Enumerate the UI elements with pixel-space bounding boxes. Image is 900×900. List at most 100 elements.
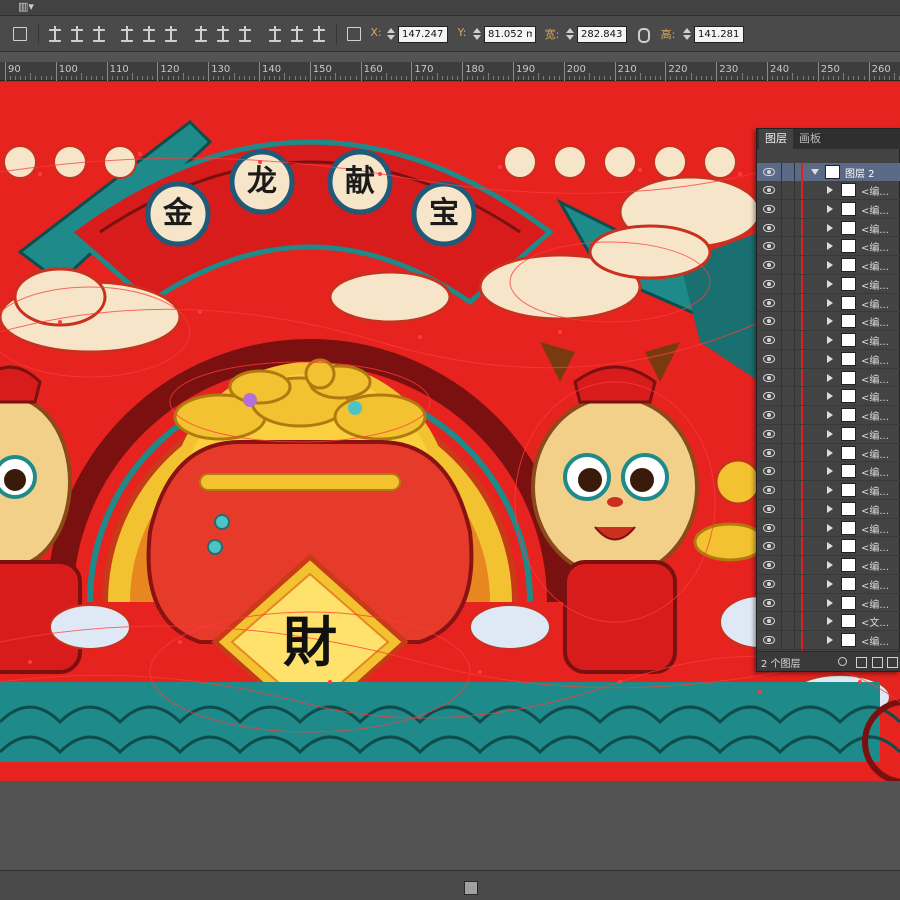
- expand-right-icon[interactable]: [827, 504, 833, 513]
- visibility-eye-icon[interactable]: [763, 579, 775, 588]
- expand-down-icon[interactable]: [811, 169, 819, 175]
- visibility-eye-icon[interactable]: [763, 429, 775, 438]
- expand-right-icon[interactable]: [827, 336, 833, 344]
- expand-right-icon[interactable]: [827, 598, 833, 607]
- lock-toggle[interactable]: [781, 499, 795, 518]
- lock-toggle[interactable]: [781, 406, 795, 424]
- layer-row[interactable]: <编...: [757, 237, 900, 256]
- visibility-eye-icon[interactable]: [763, 561, 775, 569]
- parent-layer-row[interactable]: 图层 2: [757, 163, 900, 181]
- lock-toggle[interactable]: [781, 256, 795, 274]
- layer-row[interactable]: <编...: [757, 181, 900, 200]
- expand-right-icon[interactable]: [827, 186, 833, 194]
- transform-reference-icon[interactable]: [10, 24, 28, 42]
- layer-row[interactable]: <编...: [757, 424, 900, 444]
- lock-toggle[interactable]: [781, 274, 795, 293]
- layer-row[interactable]: <编...: [757, 368, 900, 388]
- lock-toggle[interactable]: [781, 518, 795, 537]
- expand-right-icon[interactable]: [827, 298, 833, 307]
- layer-row[interactable]: <编...: [757, 199, 900, 219]
- lock-toggle[interactable]: [781, 462, 795, 480]
- expand-right-icon[interactable]: [827, 579, 833, 588]
- y-input[interactable]: [484, 26, 536, 43]
- lock-toggle[interactable]: [781, 612, 795, 630]
- expand-right-icon[interactable]: [827, 636, 833, 644]
- layer-row[interactable]: <编...: [757, 574, 900, 594]
- expand-right-icon[interactable]: [827, 242, 833, 251]
- expand-right-icon[interactable]: [827, 354, 833, 363]
- tab-artboards[interactable]: 画板: [793, 129, 827, 149]
- lock-toggle[interactable]: [781, 424, 795, 443]
- lock-toggle[interactable]: [781, 574, 795, 593]
- constrain-proportions-icon[interactable]: [634, 25, 652, 43]
- visibility-eye-icon[interactable]: [763, 411, 775, 419]
- layer-row[interactable]: <编...: [757, 593, 900, 613]
- lock-toggle[interactable]: [781, 349, 795, 368]
- layer-row[interactable]: <编...: [757, 631, 900, 650]
- expand-right-icon[interactable]: [827, 392, 833, 401]
- visibility-eye-icon[interactable]: [763, 448, 775, 457]
- lock-toggle[interactable]: [781, 593, 795, 612]
- visibility-eye-icon[interactable]: [763, 279, 775, 288]
- expand-right-icon[interactable]: [827, 373, 833, 382]
- expand-right-icon[interactable]: [827, 429, 833, 438]
- visibility-eye-icon[interactable]: [763, 223, 775, 232]
- lock-toggle[interactable]: [781, 218, 795, 237]
- lock-toggle[interactable]: [781, 387, 795, 405]
- layer-row[interactable]: <编...: [757, 218, 900, 238]
- visibility-eye-icon[interactable]: [763, 598, 775, 607]
- expand-right-icon[interactable]: [827, 448, 833, 457]
- expand-right-icon[interactable]: [827, 486, 833, 494]
- layer-row[interactable]: <编...: [757, 406, 900, 425]
- visibility-eye-icon[interactable]: [763, 354, 775, 363]
- y-stepper-icon[interactable]: [472, 26, 482, 42]
- distribute-bottom-icon[interactable]: [236, 24, 254, 42]
- layer-row[interactable]: <编...: [757, 518, 900, 538]
- align-horizontal-center-icon[interactable]: [68, 24, 86, 42]
- tab-layers[interactable]: 图层: [759, 129, 793, 149]
- visibility-eye-icon[interactable]: [763, 523, 775, 532]
- layer-row[interactable]: <编...: [757, 387, 900, 406]
- visibility-eye-icon[interactable]: [763, 204, 775, 213]
- width-stepper-icon[interactable]: [565, 26, 575, 42]
- lock-toggle[interactable]: [781, 481, 795, 499]
- layer-row[interactable]: <编...: [757, 293, 900, 313]
- x-stepper-icon[interactable]: [386, 26, 396, 42]
- expand-right-icon[interactable]: [827, 542, 833, 551]
- lock-toggle[interactable]: [781, 631, 795, 649]
- visibility-eye-icon[interactable]: [763, 486, 775, 494]
- reference-point-icon[interactable]: [344, 24, 362, 42]
- visibility-eye-icon[interactable]: [763, 467, 775, 476]
- visibility-eye-icon[interactable]: [763, 617, 775, 626]
- align-right-icon[interactable]: [90, 24, 108, 42]
- visibility-eye-icon[interactable]: [763, 373, 775, 382]
- lock-toggle[interactable]: [781, 443, 795, 462]
- layer-row[interactable]: <编...: [757, 312, 900, 331]
- layer-row[interactable]: <编...: [757, 256, 900, 275]
- make-clipping-mask-icon[interactable]: [855, 656, 867, 668]
- lock-toggle[interactable]: [781, 293, 795, 312]
- visibility-eye-icon[interactable]: [763, 168, 775, 176]
- lock-toggle[interactable]: [781, 537, 795, 555]
- height-input[interactable]: [694, 26, 744, 43]
- layer-row[interactable]: <编...: [757, 349, 900, 369]
- align-bottom-icon[interactable]: [162, 24, 180, 42]
- layer-row[interactable]: <编...: [757, 274, 900, 294]
- expand-right-icon[interactable]: [827, 223, 833, 232]
- lock-toggle[interactable]: [781, 181, 795, 199]
- layer-row[interactable]: <编...: [757, 556, 900, 575]
- visibility-eye-icon[interactable]: [763, 242, 775, 251]
- locate-object-icon[interactable]: [837, 656, 849, 668]
- expand-right-icon[interactable]: [827, 204, 833, 213]
- expand-right-icon[interactable]: [827, 279, 833, 288]
- workspace-switcher-icon[interactable]: ▥▾: [18, 0, 44, 14]
- expand-right-icon[interactable]: [827, 523, 833, 532]
- lock-toggle[interactable]: [781, 312, 795, 330]
- lock-toggle[interactable]: [781, 199, 795, 218]
- visibility-eye-icon[interactable]: [763, 186, 775, 194]
- new-sublayer-icon[interactable]: [871, 656, 883, 668]
- layer-row[interactable]: <编...: [757, 537, 900, 556]
- layer-row[interactable]: <编...: [757, 462, 900, 481]
- expand-right-icon[interactable]: [827, 467, 833, 476]
- layer-row[interactable]: <编...: [757, 499, 900, 519]
